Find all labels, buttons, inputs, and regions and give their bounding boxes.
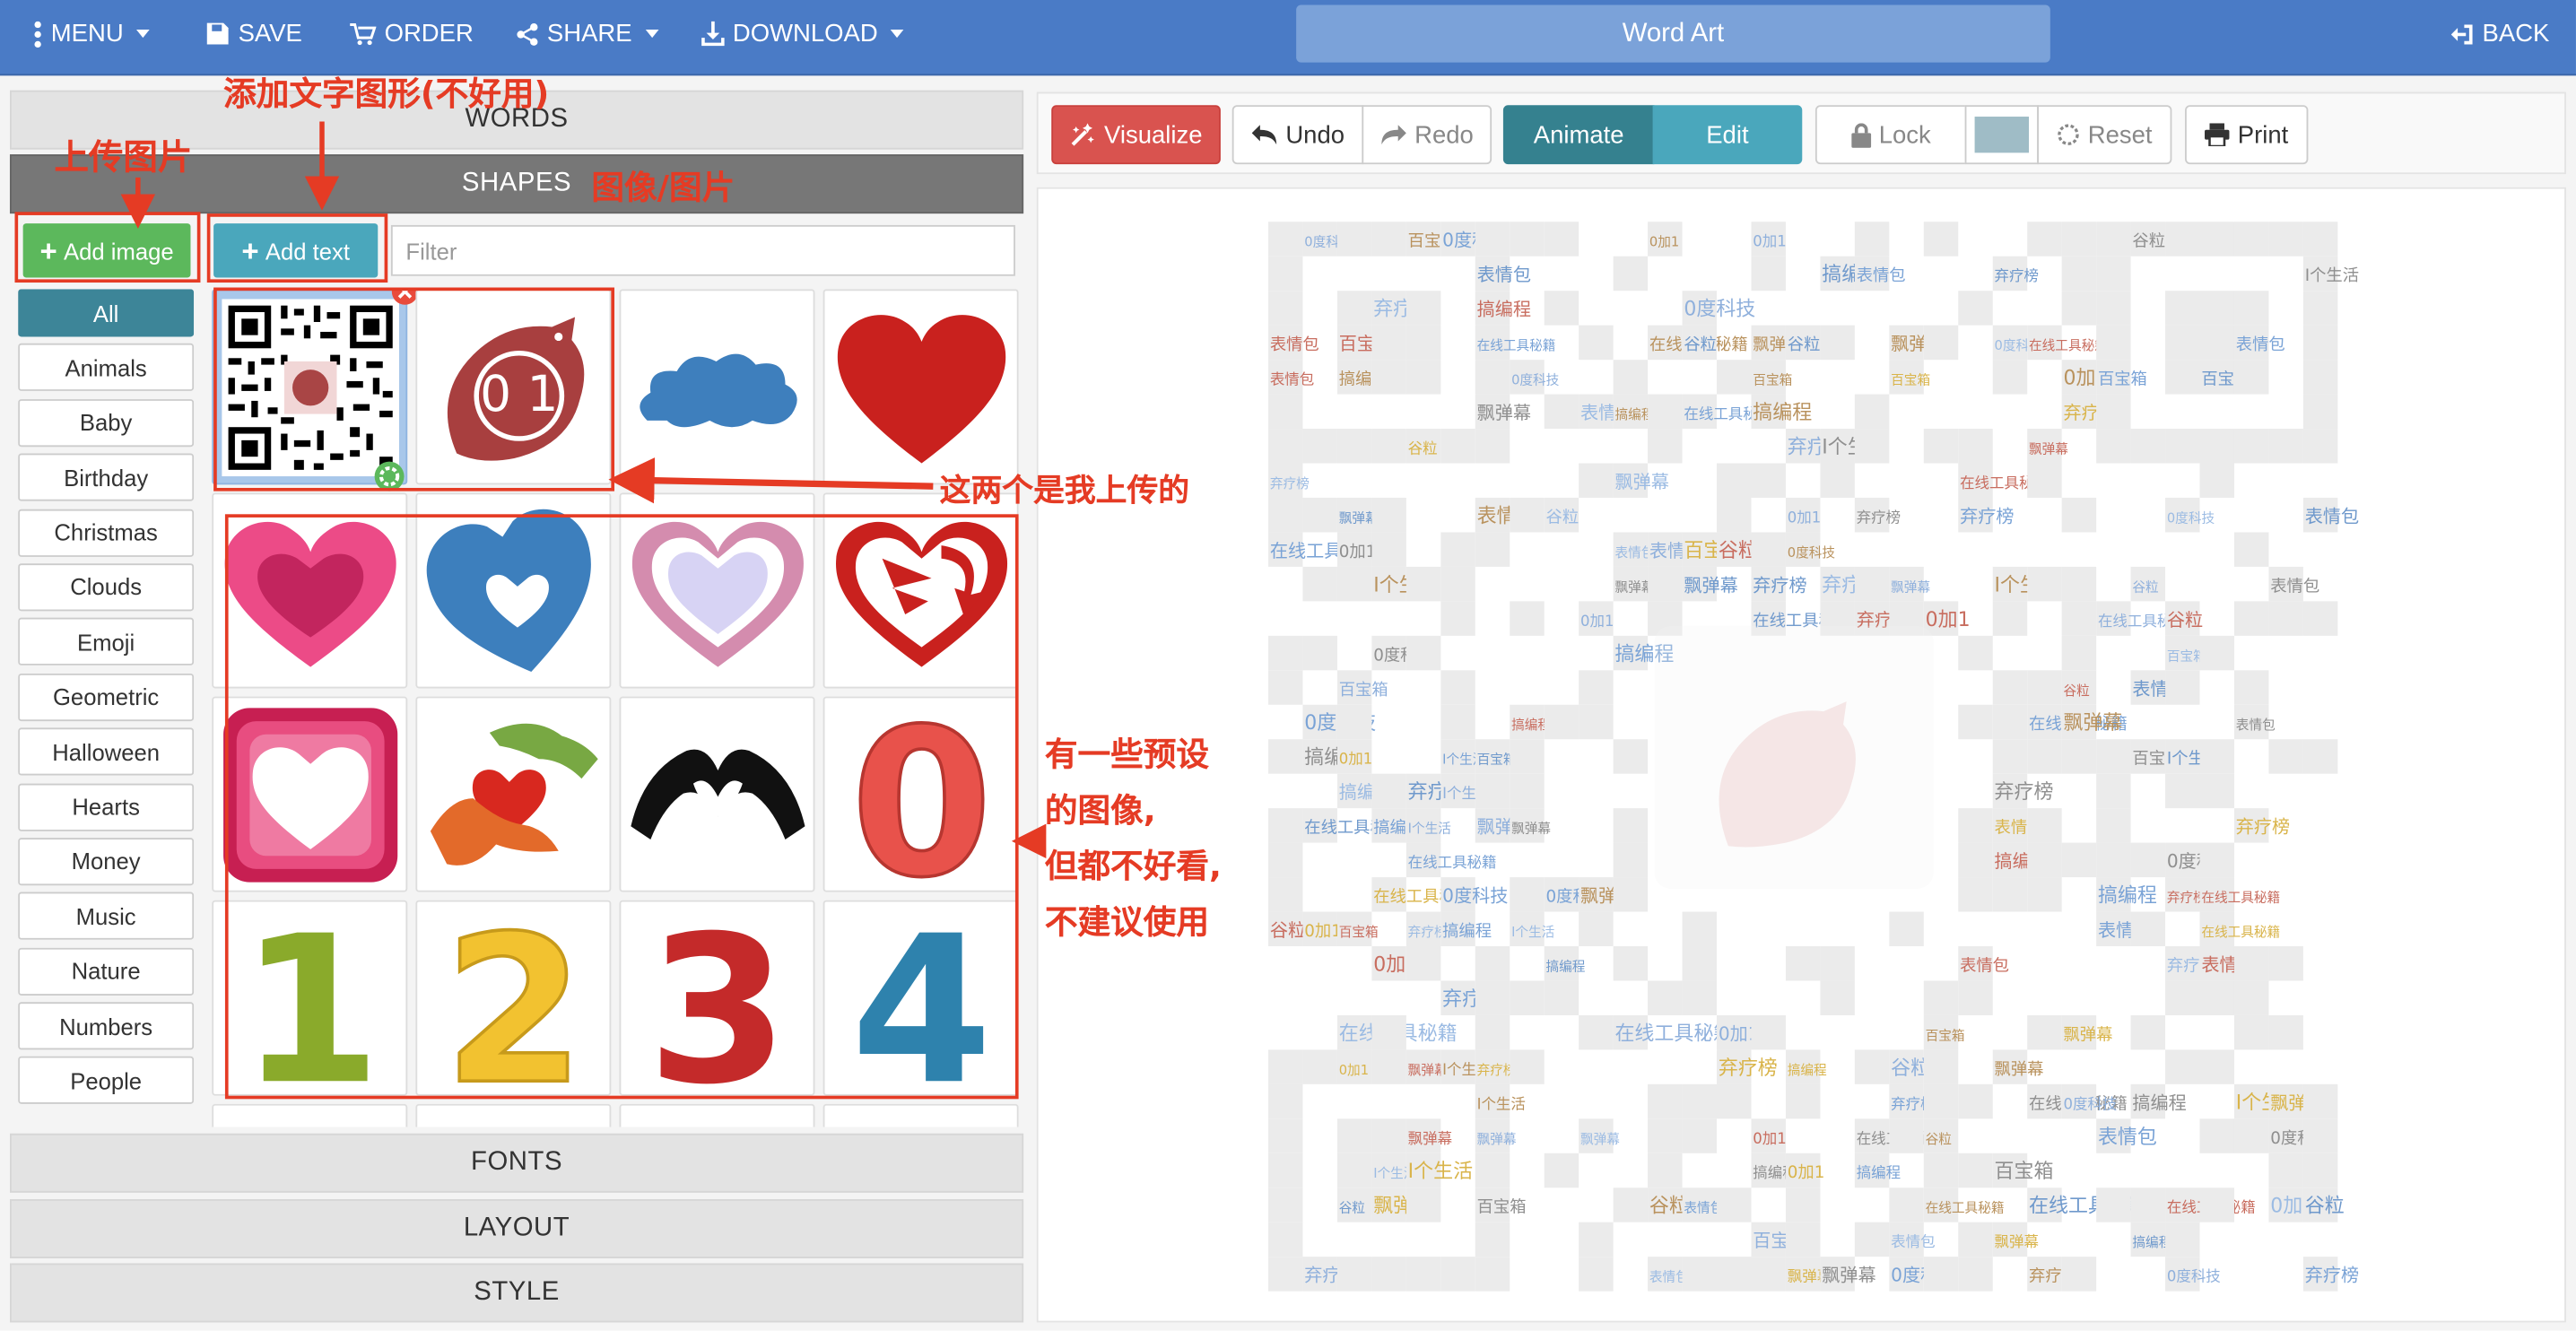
annotation-upload: 上传图片: [54, 137, 193, 178]
app-root: MENU SAVE ORDER SHARE DOWNLOAD Word Art …: [0, 0, 2576, 1331]
annotation-preset: 有一些预设 的图像, 但都不好看, 不建议使用: [1045, 726, 1222, 950]
annotation-preset-line: 不建议使用: [1044, 901, 1210, 942]
annotation-uploaded: 这两个是我上传的: [939, 473, 1190, 509]
annotation-preset-line: 但都不好看,: [1044, 846, 1222, 886]
annotation-arrows: [120, 121, 1047, 859]
annotation-shapes: 图像/图片: [591, 167, 735, 207]
annotation-add-text: 添加文字图形(不好用): [223, 74, 550, 114]
annotation-preset-line: 的图像,: [1044, 789, 1156, 830]
annotation-preset-line: 有一些预设: [1044, 734, 1210, 774]
